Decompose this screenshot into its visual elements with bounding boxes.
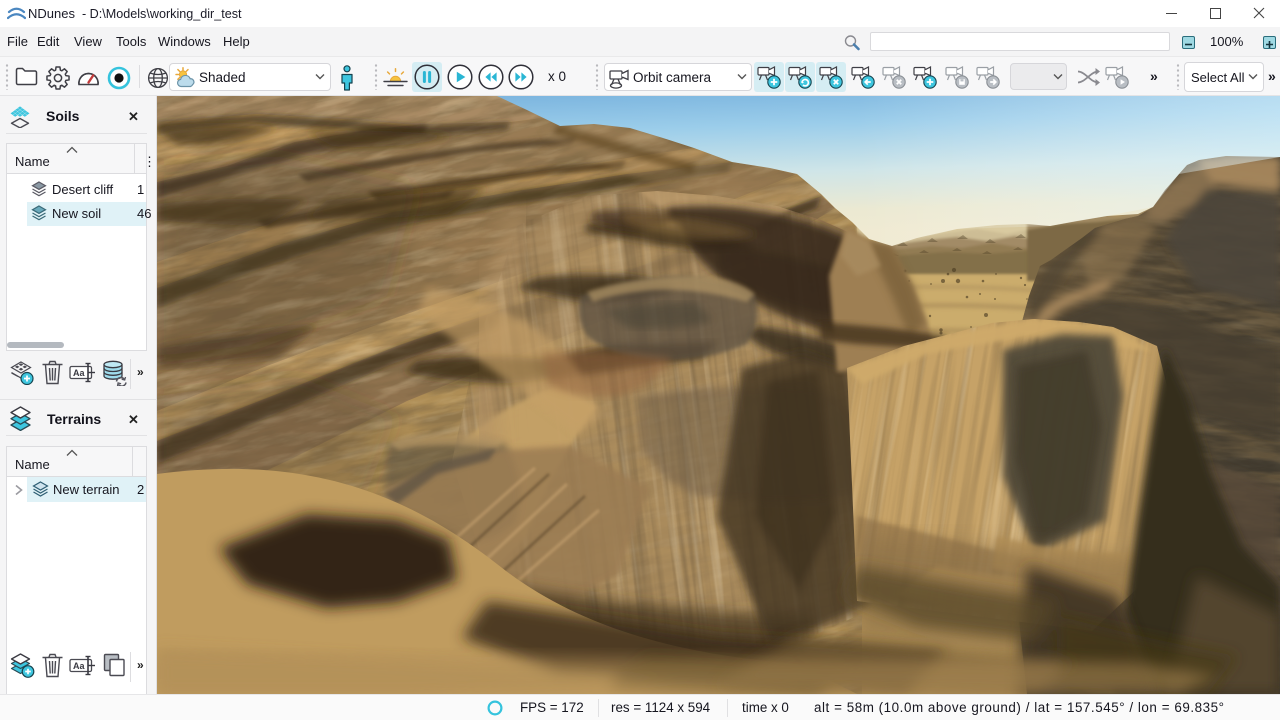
svg-text:Aa: Aa [73,368,85,378]
svg-text:Aa: Aa [73,661,85,671]
